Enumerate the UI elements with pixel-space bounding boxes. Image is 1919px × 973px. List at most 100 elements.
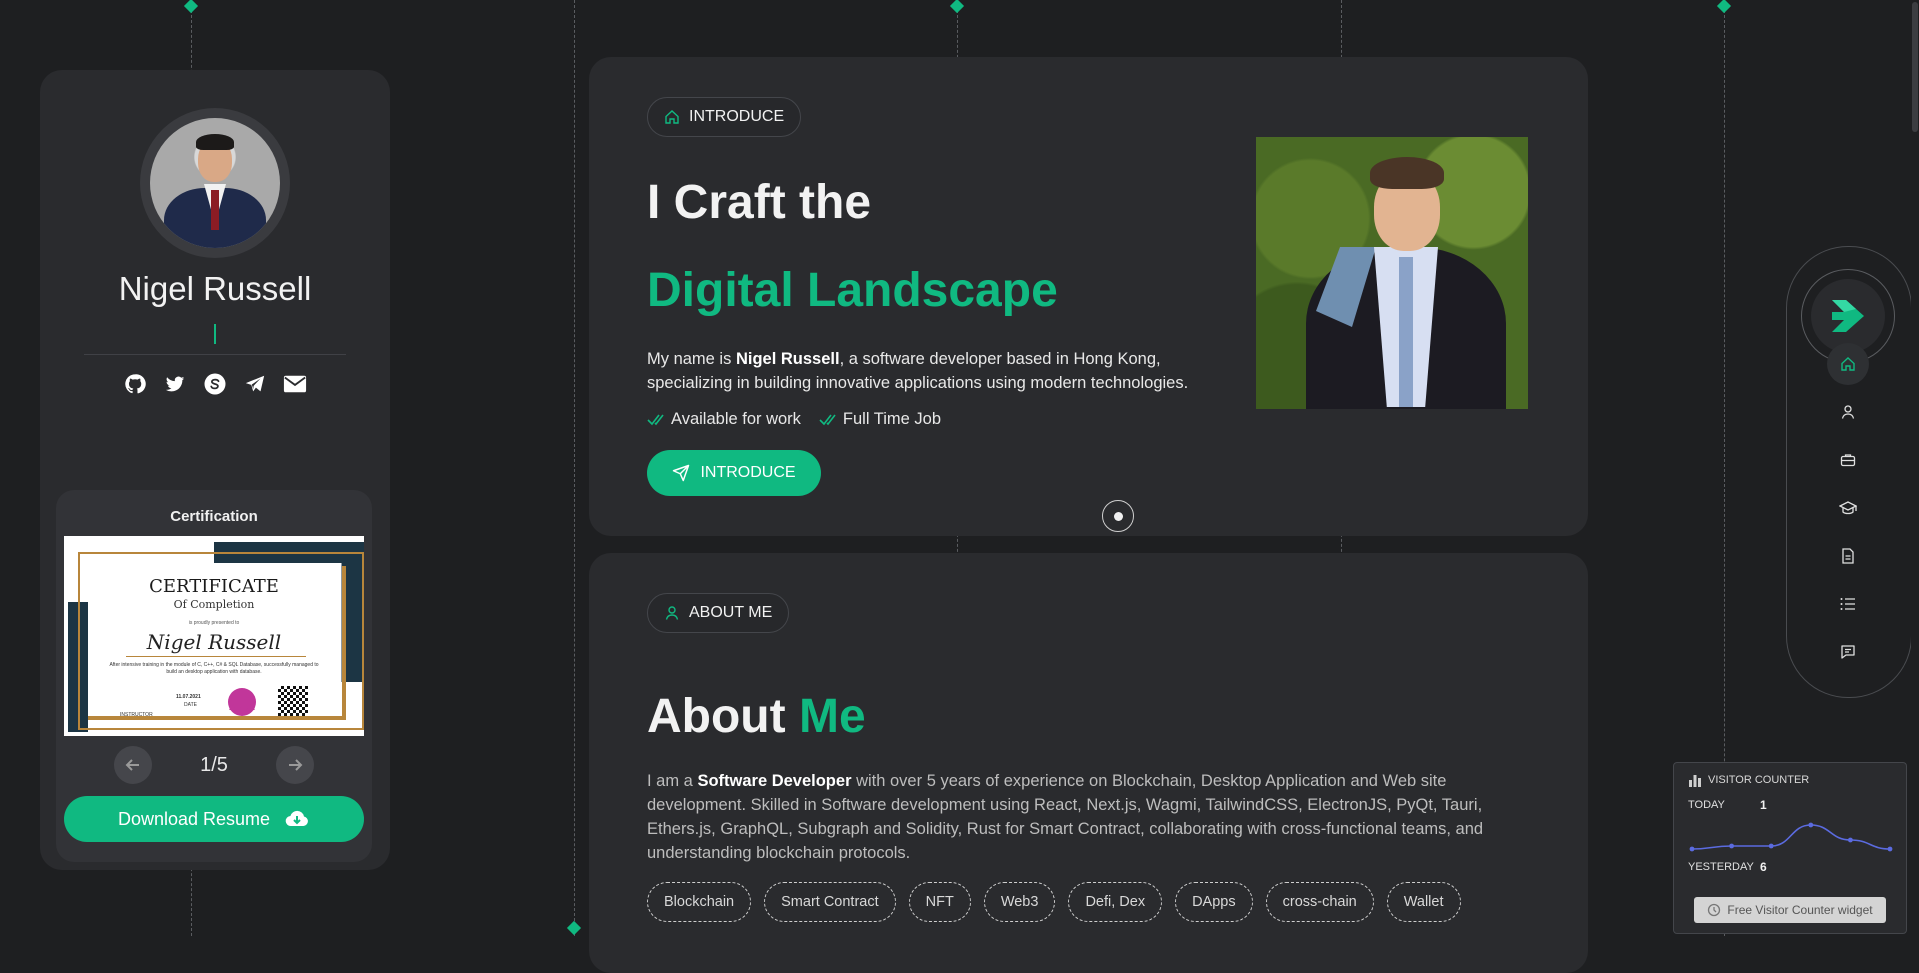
- grid-diamond: [949, 0, 965, 14]
- next-certificate-button[interactable]: [276, 746, 314, 784]
- about-tag-label: ABOUT ME: [689, 604, 773, 621]
- about-title-accent: Me: [798, 690, 866, 743]
- nav-education[interactable]: [1827, 487, 1869, 529]
- briefcase-icon: [1840, 454, 1856, 467]
- nav-about[interactable]: [1827, 391, 1869, 433]
- nav-home[interactable]: [1827, 343, 1869, 385]
- intro-tag: INTRODUCE: [647, 97, 802, 137]
- double-check-icon: [647, 414, 664, 425]
- social-links: [40, 372, 390, 396]
- telegram-icon[interactable]: [243, 372, 267, 396]
- visitor-trend-sparkline: [1689, 822, 1893, 852]
- about-desc-role: Software Developer: [697, 772, 852, 790]
- graduation-cap-icon: [1839, 501, 1857, 515]
- visitor-counter-header: VISITOR COUNTER: [1688, 773, 1809, 787]
- avatar-ring: [140, 108, 290, 258]
- qr-code: [278, 686, 308, 716]
- badge-label: Available for work: [671, 410, 801, 428]
- trend-point: [1768, 843, 1774, 849]
- about-title: About Me: [647, 689, 866, 744]
- download-resume-label: Download Resume: [117, 808, 271, 829]
- today-value: 1: [1760, 798, 1767, 812]
- visitor-counter-title: VISITOR COUNTER: [1708, 774, 1810, 786]
- certification-counter: 1/5: [200, 754, 228, 776]
- skill-tag: cross-chain: [1265, 882, 1374, 922]
- intro-section: INTRODUCE I Craft the Digital Landscape …: [589, 57, 1588, 536]
- divider: [84, 354, 346, 355]
- about-tag: ABOUT ME: [647, 593, 790, 633]
- visitor-counter-widget: VISITOR COUNTER TODAY 1 YESTERDAY 6 Free…: [1673, 762, 1907, 934]
- document-icon: [1842, 548, 1854, 564]
- introduce-button-label: INTRODUCE: [700, 464, 796, 481]
- send-icon: [673, 464, 690, 482]
- hero-headline: I Craft the: [647, 176, 872, 229]
- list-icon: [1840, 598, 1855, 610]
- graduation-photo: [1256, 137, 1528, 409]
- visitor-counter-link-label: Free Visitor Counter widget: [1727, 903, 1873, 917]
- trend-point: [1689, 846, 1695, 852]
- skill-tag: Defi, Dex: [1068, 882, 1163, 922]
- certificate-signature: Nigel Russell: [146, 630, 282, 654]
- profile-name: Nigel Russell: [118, 270, 312, 307]
- skill-tag: Blockchain: [647, 882, 752, 922]
- yesterday-value: 6: [1760, 860, 1767, 874]
- nav-resume[interactable]: [1827, 535, 1869, 577]
- intro-tag-label: INTRODUCE: [689, 108, 785, 125]
- double-check-icon: [819, 414, 836, 425]
- nav-portfolio[interactable]: [1827, 583, 1869, 625]
- mail-icon[interactable]: [283, 372, 307, 396]
- bar-chart-icon: [1689, 775, 1701, 787]
- trend-point: [1729, 843, 1734, 849]
- certificate-instructor: INSTRUCTOR: [120, 712, 153, 718]
- grid-diamond: [183, 0, 199, 14]
- logo-arrow-icon: [1832, 300, 1864, 332]
- certification-pagination: 1/5: [56, 746, 372, 786]
- skype-icon[interactable]: [203, 372, 227, 396]
- page-scrollbar[interactable]: [1911, 0, 1919, 936]
- badge-available: Available for work: [647, 410, 801, 429]
- skill-tag: NFT: [908, 882, 971, 922]
- certificate-logo-text: ARRA: [229, 702, 255, 712]
- scroll-indicator[interactable]: [1102, 500, 1134, 532]
- chat-icon: [1841, 645, 1855, 659]
- about-title-main: About: [647, 690, 799, 743]
- skill-tag: Smart Contract: [764, 882, 896, 922]
- about-description: I am a Software Developer with over 5 ye…: [647, 769, 1527, 865]
- nav-contact[interactable]: [1827, 631, 1869, 673]
- visitor-counter-link[interactable]: Free Visitor Counter widget: [1694, 897, 1886, 923]
- download-resume-button[interactable]: Download Resume: [64, 796, 364, 842]
- refresh-icon: [1708, 903, 1721, 917]
- skill-tags: Blockchain Smart Contract NFT Web3 Defi,…: [647, 882, 1461, 922]
- skill-tag: DApps: [1175, 882, 1253, 922]
- today-label: TODAY: [1688, 799, 1725, 811]
- availability-badges: Available for work Full Time Job: [647, 410, 941, 429]
- trend-point: [1887, 846, 1893, 852]
- hero-desc-name: Nigel Russell: [735, 350, 840, 368]
- github-icon[interactable]: [123, 372, 147, 396]
- certification-title: Certification: [170, 508, 258, 525]
- hero-desc-pre: My name is: [647, 350, 736, 368]
- twitter-icon[interactable]: [163, 372, 187, 396]
- trend-point: [1808, 822, 1814, 828]
- hero-description: My name is Nigel Russell, a software dev…: [647, 347, 1227, 395]
- certificate-date: 11.07.2021: [176, 694, 201, 700]
- about-desc-pre: I am a: [647, 772, 698, 790]
- home-icon: [1841, 357, 1855, 371]
- page-scroll-thumb[interactable]: [1912, 2, 1918, 132]
- avatar: [150, 118, 280, 248]
- trend-point: [1848, 837, 1853, 843]
- side-navigation: [1786, 246, 1912, 698]
- certificate-image[interactable]: CERTIFICATE Of Completion is proudly pre…: [64, 536, 364, 736]
- grid-line: [574, 0, 575, 936]
- yesterday-label: YESTERDAY: [1688, 861, 1754, 873]
- skill-tag: Wallet: [1386, 882, 1461, 922]
- trend-line: [1691, 824, 1891, 850]
- arrow-right-icon: [289, 759, 303, 771]
- introduce-button[interactable]: INTRODUCE: [647, 450, 821, 496]
- badge-label: Full Time Job: [842, 410, 942, 428]
- typing-cursor: [214, 324, 216, 344]
- grid-diamond: [566, 920, 582, 936]
- certificate-presented: is proudly presented to: [188, 620, 240, 626]
- about-section: ABOUT ME About Me I am a Software Develo…: [589, 553, 1588, 973]
- nav-experience[interactable]: [1827, 439, 1869, 481]
